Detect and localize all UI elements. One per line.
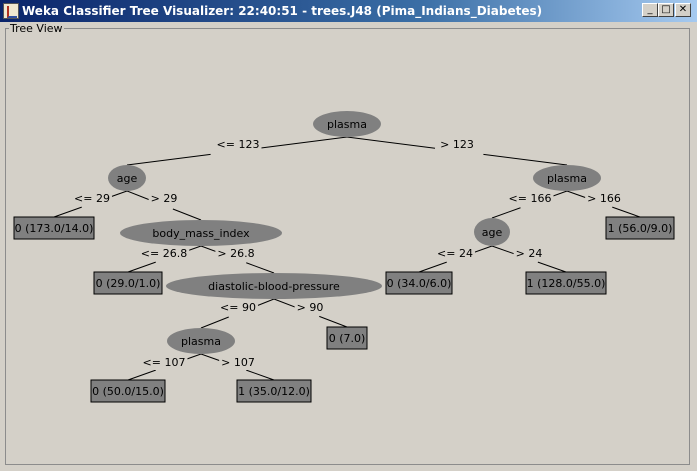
edge-label: <= 24 bbox=[437, 247, 473, 260]
node-label: 0 (7.0) bbox=[329, 332, 366, 345]
edge-label: > 29 bbox=[151, 192, 178, 205]
edge-label: <= 26.8 bbox=[141, 247, 187, 260]
edge-label: <= 107 bbox=[143, 356, 186, 369]
tree-edge bbox=[483, 153, 568, 166]
tree-edge bbox=[418, 261, 447, 273]
node-label: 1 (35.0/12.0) bbox=[238, 385, 310, 398]
tree-edge bbox=[246, 369, 275, 381]
tree-edge bbox=[319, 315, 348, 328]
tree-edge bbox=[537, 261, 567, 273]
edge-label: <= 166 bbox=[509, 192, 552, 205]
node-label: plasma bbox=[327, 118, 367, 131]
tree-edge bbox=[127, 369, 156, 381]
tree-edge bbox=[612, 206, 641, 218]
tree-edge bbox=[126, 153, 211, 166]
node-label: age bbox=[482, 226, 503, 239]
node-label: age bbox=[117, 172, 138, 185]
edge-label: > 90 bbox=[297, 301, 324, 314]
node-label: 1 (128.0/55.0) bbox=[527, 277, 606, 290]
tree-edge bbox=[346, 136, 436, 149]
edge-label: <= 29 bbox=[74, 192, 110, 205]
edge-label: > 166 bbox=[587, 192, 621, 205]
node-label: diastolic-blood-pressure bbox=[208, 280, 340, 293]
tree-canvas[interactable]: <= 123 > 123 <= 29 > 29 <= 166 > 166 <= 26.8 > … bbox=[0, 0, 697, 471]
tree-edge bbox=[258, 136, 348, 149]
node-label: 0 (50.0/15.0) bbox=[92, 385, 164, 398]
tree-edge bbox=[127, 261, 156, 273]
tree-edge bbox=[491, 207, 521, 219]
node-label: 0 (34.0/6.0) bbox=[387, 277, 452, 290]
node-label: 0 (173.0/14.0) bbox=[15, 222, 94, 235]
edge-label: <= 90 bbox=[220, 301, 256, 314]
tree-edge bbox=[172, 208, 202, 221]
node-label: 0 (29.0/1.0) bbox=[96, 277, 161, 290]
edge-label: > 123 bbox=[440, 138, 474, 151]
node-label: plasma bbox=[547, 172, 587, 185]
tree-edge bbox=[246, 262, 275, 274]
edge-label: > 107 bbox=[221, 356, 255, 369]
tree-edge bbox=[53, 206, 82, 218]
node-label: body_mass_index bbox=[152, 227, 250, 240]
tree-edge bbox=[200, 316, 229, 329]
node-label: 1 (56.0/9.0) bbox=[608, 222, 673, 235]
node-label: plasma bbox=[181, 335, 221, 348]
edge-label: > 26.8 bbox=[217, 247, 254, 260]
edge-label: > 24 bbox=[516, 247, 543, 260]
edge-label: <= 123 bbox=[217, 138, 260, 151]
